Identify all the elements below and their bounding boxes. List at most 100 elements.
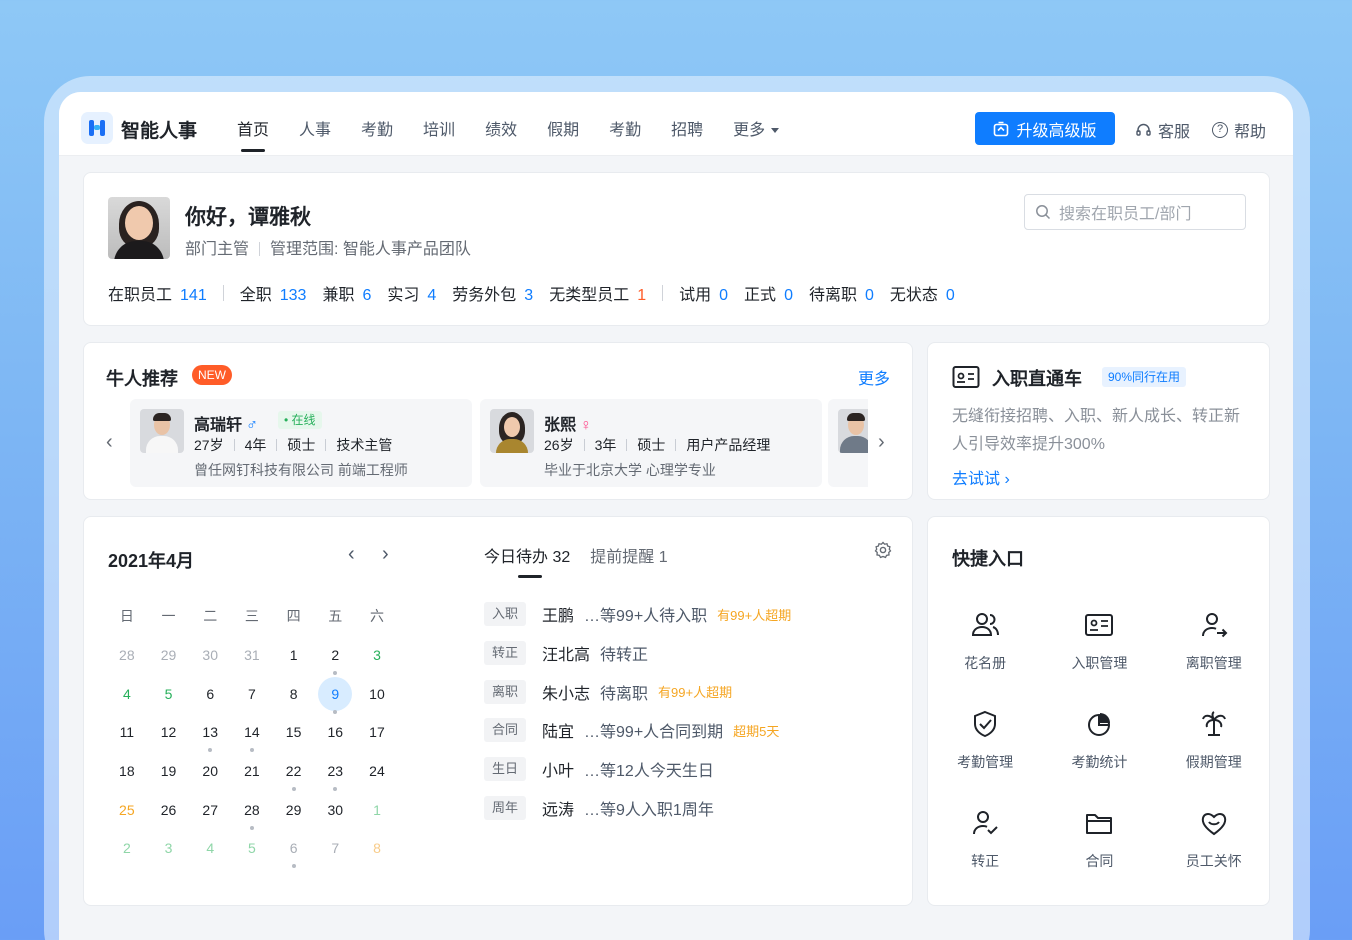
- calendar-day[interactable]: 31: [231, 638, 273, 672]
- calendar-day[interactable]: 22: [273, 754, 315, 792]
- calendar-day[interactable]: 23: [314, 754, 356, 792]
- calendar-day[interactable]: 26: [148, 793, 190, 827]
- calendar-day[interactable]: 20: [189, 754, 231, 788]
- stat-regular[interactable]: 正式 0: [744, 281, 793, 305]
- calendar-day[interactable]: 6: [273, 831, 315, 869]
- calendar-day[interactable]: 28: [106, 638, 148, 672]
- quick-offboarding[interactable]: 离职管理: [1157, 601, 1271, 700]
- talent-item[interactable]: 高瑞轩 ♂ • 在线 27岁 4年 硕士 技术主管 曾任网钉科技有限公司 前端工程师: [130, 399, 472, 487]
- quick-contract[interactable]: 合同: [1042, 799, 1156, 898]
- nav-more[interactable]: 更多: [733, 92, 780, 156]
- calendar-day[interactable]: 5: [148, 677, 190, 711]
- user-exit-icon: [1201, 613, 1228, 638]
- calendar-day[interactable]: 10: [356, 677, 398, 711]
- calendar-day[interactable]: 4: [189, 831, 231, 865]
- service-link[interactable]: 客服: [1135, 118, 1190, 142]
- nav-recruit[interactable]: 招聘: [671, 92, 703, 156]
- quick-entry-card: 快捷入口 花名册 入职管理 离职管理 考勤管理 考勤统计 假期管理 转正 合同 …: [927, 516, 1270, 906]
- quick-holiday[interactable]: 假期管理: [1157, 700, 1271, 799]
- quick-roster[interactable]: 花名册: [928, 601, 1042, 700]
- calendar-day[interactable]: 30: [314, 793, 356, 827]
- quick-attendance[interactable]: 考勤管理: [928, 700, 1042, 799]
- calendar-day[interactable]: 7: [314, 831, 356, 865]
- nav-attendance-2[interactable]: 考勤: [609, 92, 641, 156]
- stat-employees[interactable]: 在职员工 141: [108, 281, 207, 305]
- app-logo-icon[interactable]: [81, 112, 113, 144]
- calendar-day[interactable]: 3: [356, 638, 398, 672]
- todo-item[interactable]: 周年 远涛 …等9人入职1周年: [484, 788, 791, 827]
- stat-no-type[interactable]: 无类型员工 1: [549, 281, 646, 305]
- talent-more-link[interactable]: 更多: [858, 365, 890, 389]
- gear-icon[interactable]: [874, 541, 892, 559]
- quick-regularize[interactable]: 转正: [928, 799, 1042, 898]
- calendar-day[interactable]: 27: [189, 793, 231, 827]
- calendar-day-today[interactable]: 9: [314, 676, 356, 714]
- calendar-day[interactable]: 16: [314, 715, 356, 749]
- quick-care[interactable]: 员工关怀: [1157, 799, 1271, 898]
- talent-item-partial[interactable]: [828, 399, 868, 487]
- chevron-right-icon[interactable]: ›: [878, 431, 885, 454]
- nav-training[interactable]: 培训: [423, 92, 455, 156]
- upgrade-button[interactable]: 升级高级版: [975, 112, 1115, 145]
- calendar-day[interactable]: 7: [231, 677, 273, 711]
- todo-item[interactable]: 生日 小叶 …等12人今天生日: [484, 750, 791, 789]
- avatar[interactable]: [108, 197, 170, 259]
- nav-home[interactable]: 首页: [237, 92, 269, 156]
- calendar-day[interactable]: 13: [189, 715, 231, 753]
- quick-attendance-stats[interactable]: 考勤统计: [1042, 700, 1156, 799]
- todo-item[interactable]: 转正 汪北高 待转正: [484, 634, 791, 673]
- calendar-day[interactable]: 8: [356, 831, 398, 865]
- nav-performance[interactable]: 绩效: [485, 92, 517, 156]
- quick-onboarding[interactable]: 入职管理: [1042, 601, 1156, 700]
- stat-leaving[interactable]: 待离职 0: [809, 281, 874, 305]
- try-link[interactable]: 去试试 ›: [952, 465, 1010, 489]
- calendar-day[interactable]: 18: [106, 754, 148, 788]
- calendar-day[interactable]: 14: [231, 715, 273, 753]
- stat-probation[interactable]: 试用 0: [679, 281, 728, 305]
- search-input[interactable]: 搜索在职员工/部门: [1024, 194, 1246, 230]
- calendar-next-icon[interactable]: ›: [382, 543, 389, 566]
- calendar-day[interactable]: 8: [273, 677, 315, 711]
- calendar-day[interactable]: 1: [273, 638, 315, 672]
- calendar-day[interactable]: 5: [231, 831, 273, 865]
- calendar-day[interactable]: 19: [148, 754, 190, 788]
- heart-icon: [1201, 813, 1226, 836]
- calendar-day[interactable]: 1: [356, 793, 398, 827]
- todo-tag: 生日: [484, 757, 526, 782]
- calendar-day[interactable]: 3: [148, 831, 190, 865]
- stat-fulltime[interactable]: 全职 133: [240, 281, 307, 305]
- calendar-day[interactable]: 25: [106, 793, 148, 827]
- help-link[interactable]: ? 帮助: [1212, 118, 1266, 142]
- todo-item[interactable]: 合同 陆宜 …等99+人合同到期 超期5天: [484, 711, 791, 750]
- stat-outsource[interactable]: 劳务外包 3: [452, 281, 533, 305]
- calendar-day[interactable]: 24: [356, 754, 398, 788]
- calendar-day[interactable]: 2: [314, 638, 356, 676]
- calendar-day[interactable]: 6: [189, 677, 231, 711]
- calendar-day[interactable]: 11: [106, 715, 148, 749]
- todo-item[interactable]: 入职 王鹏 …等99+人待入职 有99+人超期: [484, 595, 791, 634]
- talent-item[interactable]: 张熙 ♀ 26岁 3年 硕士 用户产品经理 毕业于北京大学 心理学专业: [480, 399, 822, 487]
- calendar-day[interactable]: 2: [106, 831, 148, 865]
- calendar-day[interactable]: 4: [106, 677, 148, 711]
- calendar-day[interactable]: 28: [231, 793, 273, 830]
- calendar-day[interactable]: 30: [189, 638, 231, 672]
- calendar-day[interactable]: 21: [231, 754, 273, 788]
- calendar-day[interactable]: 17: [356, 715, 398, 749]
- todo-item[interactable]: 离职 朱小志 待离职 有99+人超期: [484, 672, 791, 711]
- stat-intern[interactable]: 实习 4: [387, 281, 436, 305]
- tab-reminder[interactable]: 提前提醒 1: [590, 543, 667, 567]
- calendar-day[interactable]: 15: [273, 715, 315, 749]
- calendar-day[interactable]: 29: [273, 793, 315, 827]
- talent-meta: 26岁 3年 硕士 用户产品经理: [544, 437, 771, 453]
- nav-personnel[interactable]: 人事: [299, 92, 331, 156]
- calendar-prev-icon[interactable]: ‹: [348, 543, 355, 566]
- stat-no-status[interactable]: 无状态 0: [890, 281, 955, 305]
- chevron-left-icon[interactable]: ‹: [106, 431, 113, 454]
- calendar-day[interactable]: 29: [148, 638, 190, 672]
- tab-today[interactable]: 今日待办 32: [484, 543, 570, 578]
- calendar-day[interactable]: 12: [148, 715, 190, 749]
- nav-holiday[interactable]: 假期: [547, 92, 579, 156]
- female-icon: ♀: [580, 417, 593, 434]
- nav-attendance[interactable]: 考勤: [361, 92, 393, 156]
- stat-parttime[interactable]: 兼职 6: [322, 281, 371, 305]
